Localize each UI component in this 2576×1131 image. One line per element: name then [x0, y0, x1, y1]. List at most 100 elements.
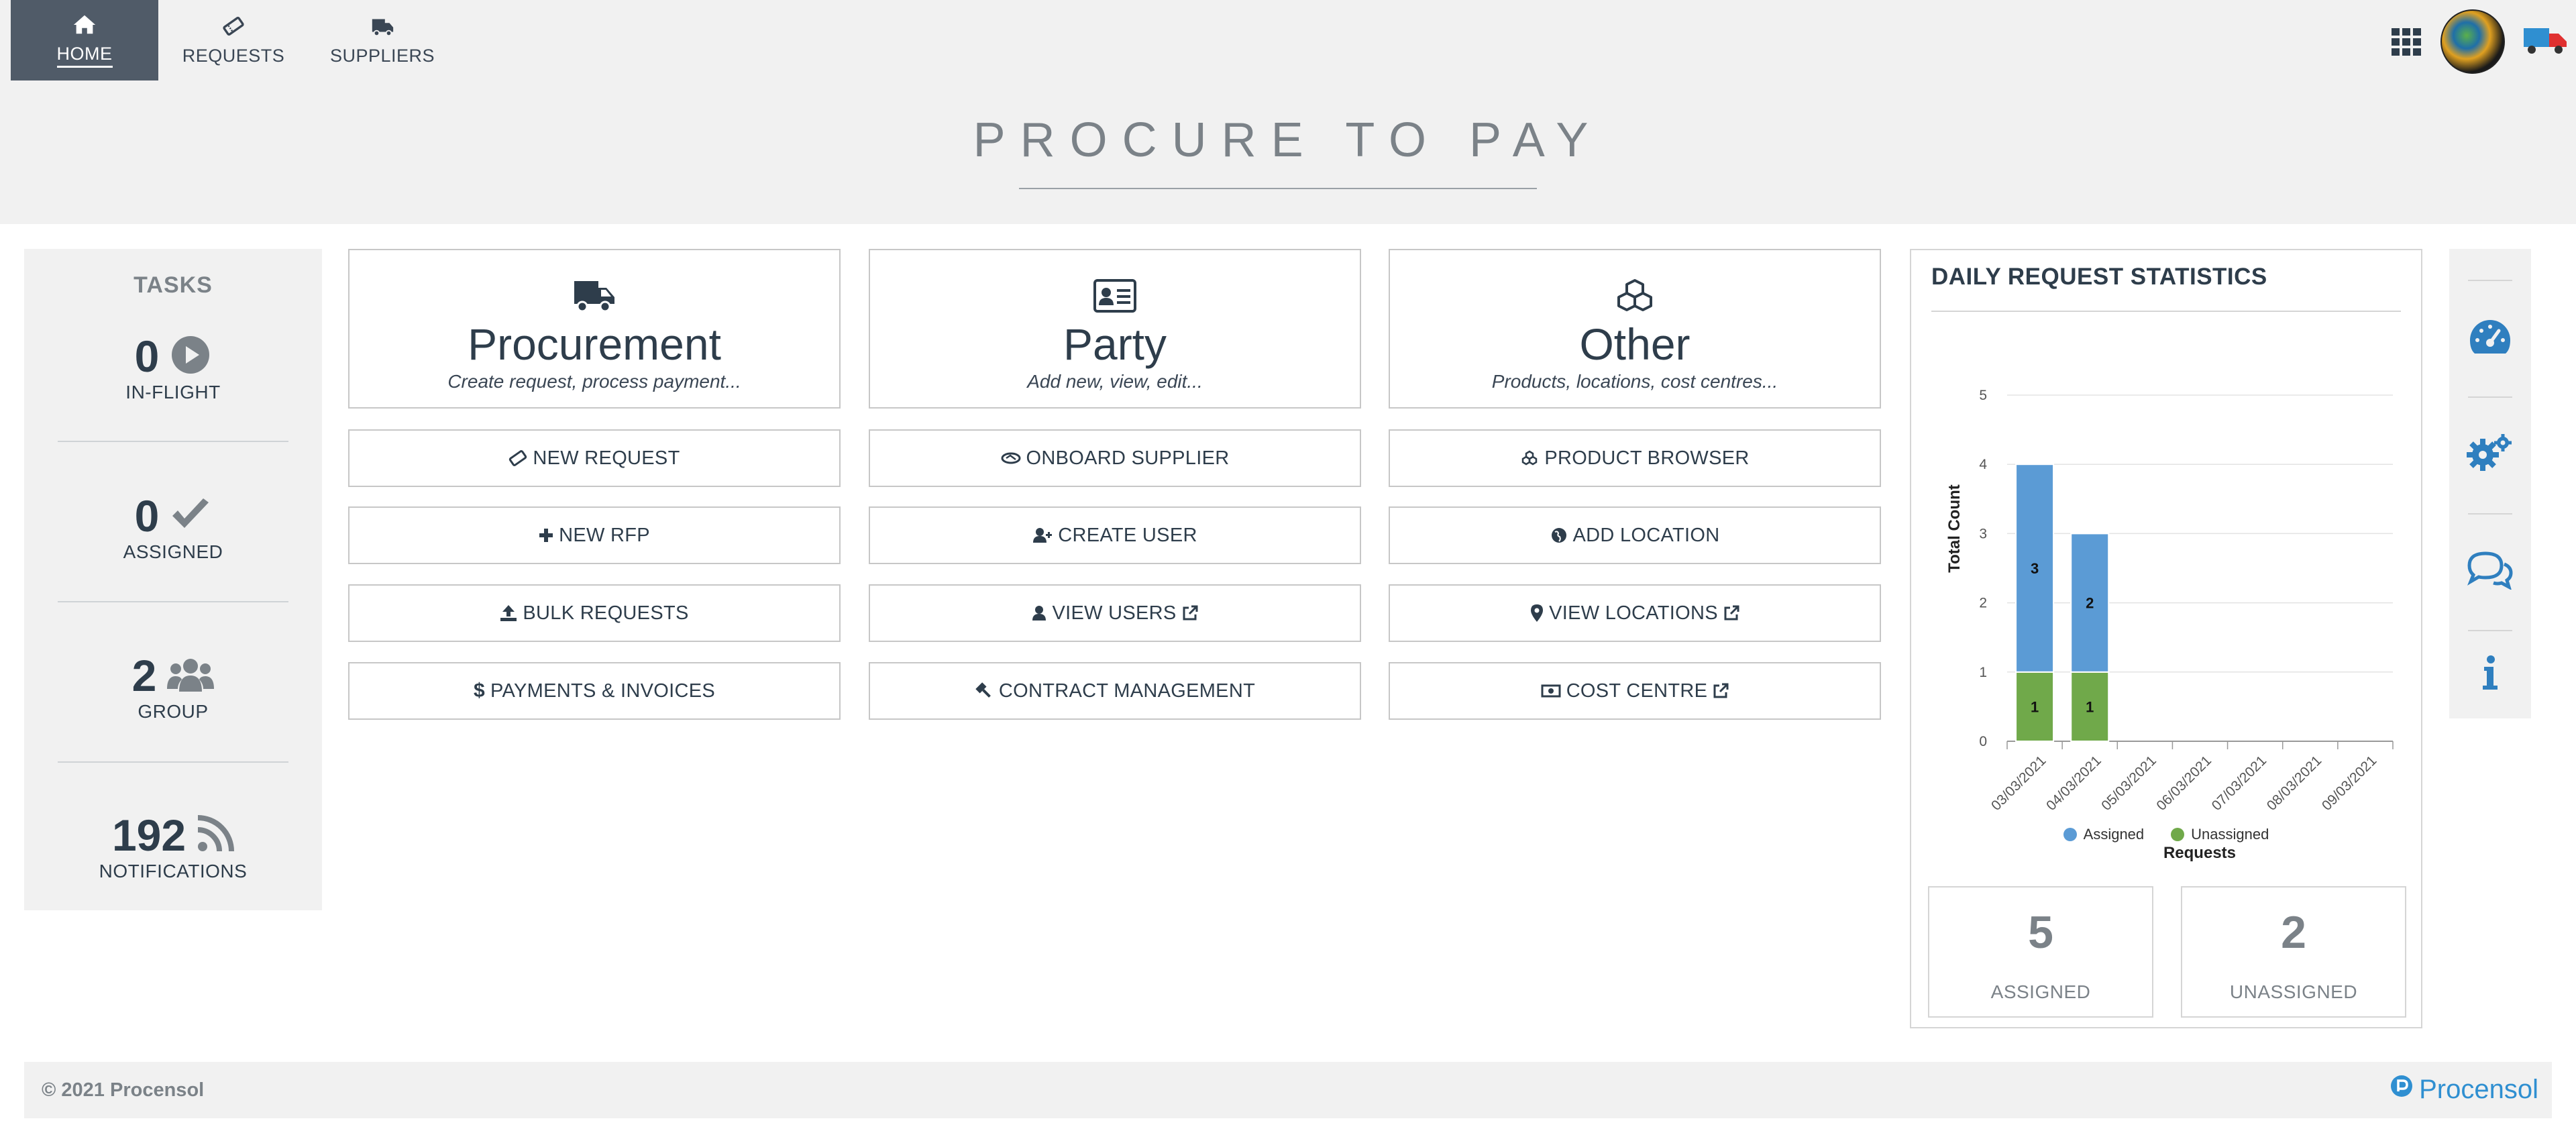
view-locations-button[interactable]: VIEW LOCATIONS — [1389, 584, 1881, 642]
product-browser-button[interactable]: PRODUCT BROWSER — [1389, 429, 1881, 487]
party-card[interactable]: Party Add new, view, edit... — [869, 249, 1361, 409]
stat-group-value: 2 — [131, 651, 157, 700]
stat-inflight-value: 0 — [134, 331, 160, 381]
external-link-icon — [1182, 605, 1198, 621]
legend-item-assigned[interactable]: Assigned — [2063, 826, 2144, 843]
stat-inflight[interactable]: 0 IN-FLIGHT — [24, 331, 322, 403]
id-card-icon — [870, 278, 1360, 313]
other-card[interactable]: Other Products, locations, cost centres.… — [1389, 249, 1881, 409]
view-users-button[interactable]: VIEW USERS — [869, 584, 1361, 642]
stat-notifications[interactable]: 192 NOTIFICATIONS — [24, 810, 322, 882]
onboard-supplier-label: ONBOARD SUPPLIER — [1026, 447, 1230, 469]
page-title: PROCURE TO PAY — [973, 113, 1603, 167]
info-icon — [2481, 655, 2499, 694]
chart-x-tick-label: 04/03/2021 — [2043, 753, 2104, 814]
payments-invoices-button[interactable]: $ PAYMENTS & INVOICES — [348, 662, 841, 720]
kpi-assigned-label: ASSIGNED — [1990, 981, 2091, 1002]
tasks-title: TASKS — [133, 272, 213, 298]
chart-x-tick-label: 08/03/2021 — [2264, 753, 2325, 814]
stat-assigned-value: 0 — [134, 491, 160, 541]
chart-data-label: 2 — [2086, 595, 2094, 612]
map-marker-icon — [1530, 604, 1544, 623]
dollar-icon: $ — [474, 680, 486, 702]
chart-data-label: 3 — [2031, 560, 2039, 577]
cubes-icon — [1390, 278, 1880, 316]
kpi-unassigned-value: 2 — [2281, 907, 2306, 958]
party-card-title: Party — [1063, 319, 1167, 369]
delivery-truck-icon — [2521, 25, 2569, 60]
nav-requests[interactable]: REQUESTS — [160, 0, 307, 80]
bulk-requests-label: BULK REQUESTS — [523, 602, 689, 624]
truck-icon — [350, 278, 839, 313]
procurement-card[interactable]: Procurement Create request, process paym… — [348, 249, 841, 409]
divider — [58, 441, 288, 442]
divider — [58, 601, 288, 602]
stat-notifications-value: 192 — [111, 810, 186, 860]
ticket-icon — [221, 15, 246, 38]
stat-assigned[interactable]: 0 ASSIGNED — [24, 490, 322, 563]
nav-home-label: HOME — [56, 44, 113, 68]
kpi-assigned: 5 ASSIGNED — [1928, 886, 2153, 1018]
stat-notifications-label: NOTIFICATIONS — [99, 861, 248, 881]
new-rfp-button[interactable]: NEW RFP — [348, 506, 841, 564]
chart-data-label: 1 — [2031, 698, 2039, 715]
daily-request-chart: 0 1 2 3 4 5 1 3 1 2 03/03/202104/03/202105/03/20… — [1945, 388, 2394, 862]
stat-inflight-label: IN-FLIGHT — [125, 382, 221, 402]
other-card-title: Other — [1579, 319, 1690, 369]
daily-stats-title: DAILY REQUEST STATISTICS — [1931, 264, 2267, 290]
contract-management-label: CONTRACT MANAGEMENT — [998, 680, 1256, 702]
onboard-supplier-button[interactable]: ONBOARD SUPPLIER — [869, 429, 1361, 487]
legend-item-unassigned[interactable]: Unassigned — [2171, 826, 2269, 843]
chart-x-axis-label: Requests — [2163, 844, 2236, 862]
create-user-label: CREATE USER — [1058, 524, 1197, 546]
new-request-label: NEW REQUEST — [533, 447, 680, 469]
legend-swatch-assigned — [2063, 828, 2077, 841]
bulk-requests-button[interactable]: BULK REQUESTS — [348, 584, 841, 642]
settings-button[interactable] — [2449, 396, 2531, 513]
nav-suppliers[interactable]: SUPPLIERS — [309, 0, 456, 80]
kpi-assigned-value: 5 — [2028, 907, 2053, 958]
dashboard-gauge-button[interactable] — [2449, 280, 2531, 396]
party-card-subtitle: Add new, view, edit... — [1027, 371, 1203, 392]
footer: © 2021 Procensol Procensol — [24, 1062, 2552, 1118]
create-user-button[interactable]: CREATE USER — [869, 506, 1361, 564]
chart-x-tick-label: 03/03/2021 — [1988, 753, 2049, 814]
cost-centre-button[interactable]: COST CENTRE — [1389, 662, 1881, 720]
cubes-icon — [1520, 450, 1539, 466]
nav-suppliers-label: SUPPLIERS — [329, 45, 435, 66]
view-users-label: VIEW USERS — [1052, 602, 1177, 624]
avatar[interactable] — [2440, 9, 2505, 74]
apps-grid-icon[interactable] — [2390, 27, 2422, 60]
nav-home[interactable]: HOME — [11, 0, 158, 80]
procensol-logo-icon — [2390, 1074, 2414, 1105]
chart-y-tick-label: 5 — [1979, 388, 1987, 403]
info-button[interactable] — [2449, 630, 2531, 718]
chart-x-tick-label: 06/03/2021 — [2153, 753, 2214, 814]
add-location-button[interactable]: ADD LOCATION — [1389, 506, 1881, 564]
legend-swatch-unassigned — [2171, 828, 2185, 841]
kpi-unassigned-label: UNASSIGNED — [2229, 981, 2358, 1002]
globe-icon — [1550, 527, 1568, 544]
truck-icon — [370, 15, 395, 38]
external-link-icon — [1723, 605, 1739, 621]
new-request-button[interactable]: NEW REQUEST — [348, 429, 841, 487]
tasks-panel: TASKS 0 IN-FLIGHT 0 ASSIGNED 2 GROUP 192… — [24, 249, 322, 910]
stat-group-label: GROUP — [138, 701, 209, 722]
chat-button[interactable] — [2449, 513, 2531, 630]
brand-logo[interactable]: Procensol — [2390, 1074, 2538, 1105]
product-browser-label: PRODUCT BROWSER — [1544, 447, 1750, 469]
stat-assigned-label: ASSIGNED — [123, 541, 223, 562]
right-rail — [2449, 249, 2531, 718]
upload-icon — [500, 604, 517, 622]
payments-invoices-label: PAYMENTS & INVOICES — [490, 680, 715, 702]
play-circle-icon — [170, 334, 211, 379]
other-card-subtitle: Products, locations, cost centres... — [1491, 371, 1778, 392]
chart-x-tick-label: 05/03/2021 — [2098, 753, 2159, 814]
stat-group[interactable]: 2 GROUP — [24, 650, 322, 722]
plus-icon — [539, 528, 553, 543]
users-icon — [167, 655, 215, 696]
contract-management-button[interactable]: CONTRACT MANAGEMENT — [869, 662, 1361, 720]
gauge-icon — [2468, 317, 2512, 360]
brand-name: Procensol — [2419, 1074, 2538, 1104]
cost-centre-label: COST CENTRE — [1566, 680, 1708, 702]
